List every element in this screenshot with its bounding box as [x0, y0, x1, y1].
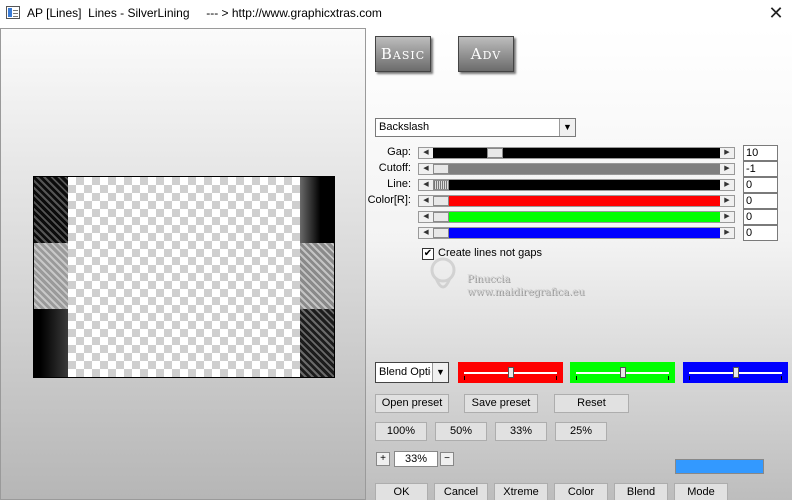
close-icon[interactable]: ✕: [764, 0, 788, 26]
slider-thumb[interactable]: [433, 228, 449, 238]
slider-label: Color[R]:: [367, 194, 411, 206]
watermark-url: www.maidiregrafica.eu: [467, 287, 585, 298]
basic-mode-button[interactable]: Basic: [375, 36, 431, 72]
preview-left-stripe-top: [34, 177, 68, 243]
value-slider[interactable]: ◀ ▶: [418, 163, 735, 175]
slider-value-field[interactable]: -1: [743, 161, 778, 177]
transparency-checkerboard: [68, 177, 300, 377]
blend-button[interactable]: Blend: [614, 483, 668, 500]
zoom-25-button[interactable]: 25%: [555, 422, 607, 441]
arrow-right-icon[interactable]: ▶: [720, 212, 734, 222]
slider-knob[interactable]: [620, 367, 626, 378]
preview-left-stripe-middle: [34, 243, 68, 309]
color-swatch[interactable]: [675, 459, 764, 474]
arrow-left-icon[interactable]: ◀: [419, 212, 433, 222]
arrow-left-icon[interactable]: ◀: [419, 196, 433, 206]
blend-options-select[interactable]: Blend Options ▼: [375, 362, 449, 383]
control-pane: Basic Adv Backslash ▼ Gap: ◀ ▶ 10 Cutoff: ◀ ▶ -…: [366, 28, 792, 500]
blue-channel-slider[interactable]: [683, 362, 788, 383]
watermark-logo-icon: [430, 257, 456, 289]
slider-track[interactable]: [433, 228, 720, 238]
app-icon: [6, 6, 20, 19]
arrow-right-icon[interactable]: ▶: [720, 148, 734, 158]
xtreme-button[interactable]: Xtreme: [494, 483, 548, 500]
slider-thumb[interactable]: [487, 148, 503, 158]
preview-right-stripe-top: [300, 177, 334, 243]
slider-value-field[interactable]: 10: [743, 145, 778, 161]
arrow-left-icon[interactable]: ◀: [419, 180, 433, 190]
slider-track[interactable]: [433, 196, 720, 206]
preview-pane: [0, 28, 366, 500]
slider-thumb[interactable]: [433, 164, 449, 174]
title-bar: AP [Lines] Lines - SilverLining --- > ht…: [0, 0, 792, 28]
slider-knob[interactable]: [508, 367, 514, 378]
zoom-100-button[interactable]: 100%: [375, 422, 427, 441]
cancel-button[interactable]: Cancel: [434, 483, 488, 500]
reset-button[interactable]: Reset: [554, 394, 629, 413]
open-preset-button[interactable]: Open preset: [375, 394, 449, 413]
green-channel-slider[interactable]: [570, 362, 675, 383]
value-slider[interactable]: ◀ ▶: [418, 147, 735, 159]
zoom-plus-button[interactable]: +: [376, 452, 390, 466]
slider-track[interactable]: [433, 212, 720, 222]
chevron-down-icon[interactable]: ▼: [559, 119, 575, 136]
arrow-left-icon[interactable]: ◀: [419, 148, 433, 158]
slider-track[interactable]: [433, 180, 720, 190]
value-slider[interactable]: ◀ ▶: [418, 179, 735, 191]
slider-thumb[interactable]: [433, 212, 449, 222]
value-slider[interactable]: ◀ ▶: [418, 211, 735, 223]
zoom-50-button[interactable]: 50%: [435, 422, 487, 441]
arrow-right-icon[interactable]: ▶: [720, 180, 734, 190]
save-preset-button[interactable]: Save preset: [464, 394, 538, 413]
slider-value-field[interactable]: 0: [743, 225, 778, 241]
value-slider[interactable]: ◀ ▶: [418, 195, 735, 207]
slider-label: Gap:: [387, 146, 411, 158]
preview-right-stripe-bottom: [300, 309, 334, 377]
slider-value-field[interactable]: 0: [743, 209, 778, 225]
preview-right-stripe-middle: [300, 243, 334, 309]
zoom-minus-button[interactable]: −: [440, 452, 454, 466]
slider-value-field[interactable]: 0: [743, 177, 778, 193]
ok-button[interactable]: OK: [375, 483, 428, 500]
value-slider[interactable]: ◀ ▶: [418, 227, 735, 239]
zoom-field[interactable]: 33%: [394, 451, 438, 467]
zoom-33-button[interactable]: 33%: [495, 422, 547, 441]
slider-track[interactable]: [433, 148, 720, 158]
slider-thumb[interactable]: [433, 180, 449, 190]
preview-image[interactable]: [33, 176, 335, 378]
arrow-right-icon[interactable]: ▶: [720, 196, 734, 206]
watermark-name: Pinuccia: [467, 274, 511, 285]
window-title: AP [Lines] Lines - SilverLining --- > ht…: [27, 6, 382, 20]
slider-thumb[interactable]: [433, 196, 449, 206]
preview-left-stripe-bottom: [34, 309, 68, 377]
blend-options-value: Blend Options: [379, 366, 431, 378]
color-button[interactable]: Color: [554, 483, 608, 500]
effect-select-value: Backslash: [379, 121, 430, 133]
slider-track[interactable]: [433, 164, 720, 174]
arrow-right-icon[interactable]: ▶: [720, 164, 734, 174]
arrow-right-icon[interactable]: ▶: [720, 228, 734, 238]
adv-mode-button[interactable]: Adv: [458, 36, 514, 72]
slider-label: Line:: [387, 178, 411, 190]
effect-select[interactable]: Backslash ▼: [375, 118, 576, 137]
arrow-left-icon[interactable]: ◀: [419, 228, 433, 238]
red-channel-slider[interactable]: [458, 362, 563, 383]
slider-knob[interactable]: [733, 367, 739, 378]
mode-button[interactable]: Mode: [674, 483, 728, 500]
slider-value-field[interactable]: 0: [743, 193, 778, 209]
slider-label: Cutoff:: [378, 162, 411, 174]
chevron-down-icon[interactable]: ▼: [432, 363, 448, 382]
arrow-left-icon[interactable]: ◀: [419, 164, 433, 174]
